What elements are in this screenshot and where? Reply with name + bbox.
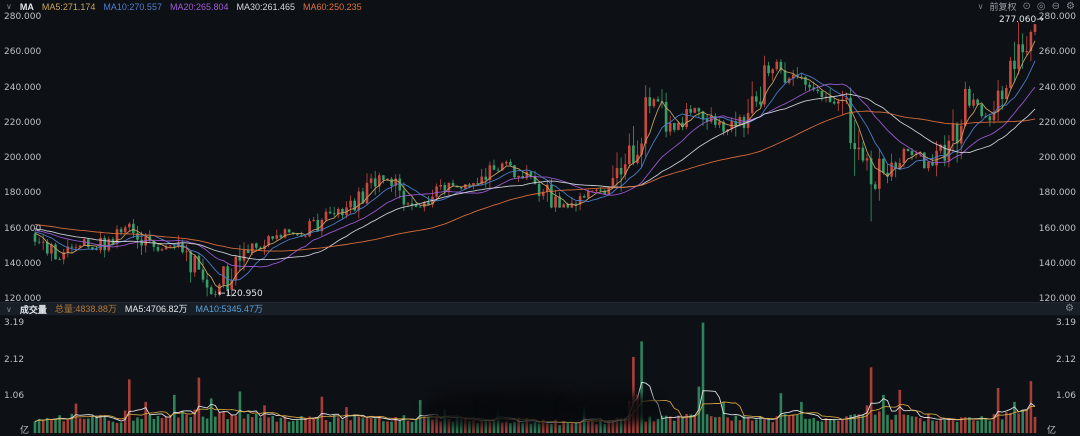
chart-toolbar: ∨ 前复权 ⊙ ◎ ⊖ ⚙ <box>978 1 1075 13</box>
adjust-mode-selector[interactable]: 前复权 <box>990 1 1017 13</box>
camera-icon[interactable]: ⊙ <box>1023 1 1031 13</box>
ma-legend-item[interactable]: MA20:265.804 <box>170 1 229 13</box>
target-icon[interactable]: ◎ <box>1037 1 1046 13</box>
volume-panel-title[interactable]: 成交量 <box>20 303 47 316</box>
ma-legend-item[interactable]: MA5:271.174 <box>42 1 96 13</box>
volume-settings-gear-icon[interactable]: ⚙ <box>1065 303 1074 314</box>
volume-panel-header: ∨ 成交量 总量:4838.88万 MA5:4706.82万 MA10:5345.4… <box>0 302 1080 316</box>
volume-unit-label: 亿 <box>1047 423 1056 436</box>
trading-chart-window: 280.000260.000240.000220.000200.000180.0… <box>0 0 1080 436</box>
ma-legend: MA5:271.174 MA10:270.557 MA20:265.804 MA30:… <box>42 1 362 13</box>
ma-legend-item[interactable]: MA10:270.557 <box>103 1 162 13</box>
collapse-icon[interactable]: ⊖ <box>1052 1 1060 13</box>
volume-legend-item[interactable]: MA10:5345.47万 <box>195 303 263 315</box>
ma-legend-item[interactable]: MA60:250.235 <box>303 1 362 13</box>
chevron-down-icon[interactable]: ∨ <box>978 1 984 13</box>
volume-legend-item[interactable]: 总量:4838.88万 <box>55 303 117 315</box>
ma-legend-item[interactable]: MA30:261.465 <box>237 1 296 13</box>
kline-chart-canvas[interactable] <box>0 0 1080 436</box>
chevron-down-icon[interactable]: ∨ <box>6 1 12 13</box>
volume-unit-label: 亿 <box>20 423 29 436</box>
volume-legend: 总量:4838.88万 MA5:4706.82万 MA10:5345.47万 <box>55 303 263 315</box>
settings-gear-icon[interactable]: ⚙ <box>1066 1 1075 13</box>
chevron-down-icon[interactable]: ∨ <box>6 305 12 314</box>
ma-indicator-toggle[interactable]: MA <box>20 1 34 13</box>
volume-legend-item[interactable]: MA5:4706.82万 <box>125 303 188 315</box>
price-panel-header: ∨ MA MA5:271.174 MA10:270.557 MA20:265.804… <box>6 1 362 13</box>
